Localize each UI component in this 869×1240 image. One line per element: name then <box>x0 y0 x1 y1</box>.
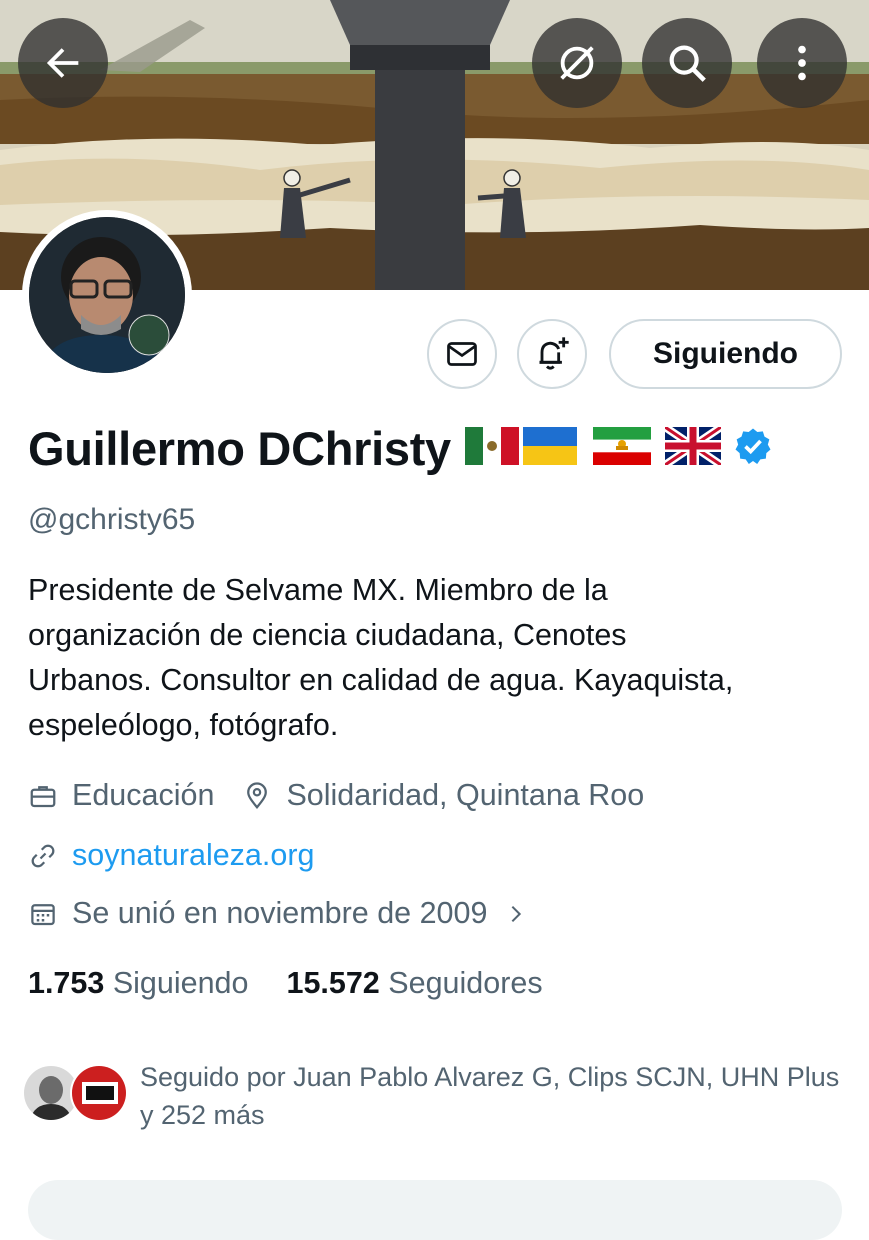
verified-badge-icon[interactable] <box>733 426 773 471</box>
category-label: Educación <box>72 778 215 812</box>
link-icon <box>31 844 55 867</box>
envelope-icon <box>447 342 477 366</box>
profile-name-row: Guillermo DChristy <box>28 420 773 476</box>
bell-plus-icon <box>539 337 569 370</box>
website-row: soynaturaleza.org <box>28 838 314 873</box>
following-stat[interactable]: 1.753 Siguiendo <box>28 966 248 1001</box>
profile-meta-row: Educación Solidaridad, Quintana Roo <box>28 778 644 813</box>
followers-stat[interactable]: 15.572 Seguidores <box>286 966 542 1001</box>
following-button[interactable]: Siguiendo <box>609 319 842 389</box>
iran-lion-sun-flag-icon <box>592 426 651 470</box>
followers-label: Seguidores <box>388 966 543 1000</box>
no-preview-icon <box>560 46 594 80</box>
uk-flag-icon <box>662 423 724 470</box>
bio-line: espeleólogo, fotógrafo. <box>28 708 339 742</box>
following-label: Siguiendo <box>112 966 249 1000</box>
follower-avatar <box>70 1064 128 1122</box>
following-count: 1.753 <box>28 966 105 1000</box>
back-button[interactable] <box>18 18 108 108</box>
followers-count: 15.572 <box>286 966 380 1000</box>
follow-stats: 1.753 Siguiendo 15.572 Seguidores <box>28 966 543 1001</box>
more-vertical-icon <box>798 45 806 81</box>
search-button[interactable] <box>642 18 732 108</box>
search-icon <box>669 45 706 82</box>
briefcase-icon <box>30 785 56 807</box>
notifications-button[interactable] <box>517 319 587 389</box>
website-link[interactable]: soynaturaleza.org <box>72 838 314 873</box>
chevron-right-icon <box>512 905 522 922</box>
bio-line: Presidente de Selvame MX. Miembro de la <box>28 573 608 607</box>
category-item: Educación <box>28 778 214 813</box>
message-button[interactable] <box>427 319 497 389</box>
profile-handle: @gchristy65 <box>28 503 196 536</box>
mexico-flag-icon <box>464 426 519 470</box>
arrow-left-icon <box>46 48 79 78</box>
location-item: Solidaridad, Quintana Roo <box>242 778 644 813</box>
location-pin-icon <box>247 781 268 809</box>
joined-row[interactable]: Se unió en noviembre de 2009 <box>28 896 527 931</box>
followed-by-text: Seguido por Juan Pablo Alvarez G, Clips … <box>140 1062 840 1130</box>
display-name: Guillermo DChristy <box>28 421 451 475</box>
profile-avatar[interactable] <box>22 210 192 380</box>
joined-label: Se unió en noviembre de 2009 <box>72 896 488 930</box>
bio-line: organización de ciencia ciudadana, Cenot… <box>28 618 627 652</box>
bottom-tab-bar[interactable] <box>28 1180 842 1240</box>
ukraine-flag-icon <box>522 426 577 470</box>
location-label: Solidaridad, Quintana Roo <box>286 778 645 812</box>
hide-preview-button[interactable] <box>532 18 622 108</box>
bio-line: Urbanos. Consultor en calidad de agua. K… <box>28 663 734 697</box>
avatar-photo <box>29 217 185 373</box>
calendar-icon <box>31 903 55 925</box>
profile-bio: Presidente de Selvame MX. Miembro de la … <box>28 568 848 748</box>
more-options-button[interactable] <box>757 18 847 108</box>
